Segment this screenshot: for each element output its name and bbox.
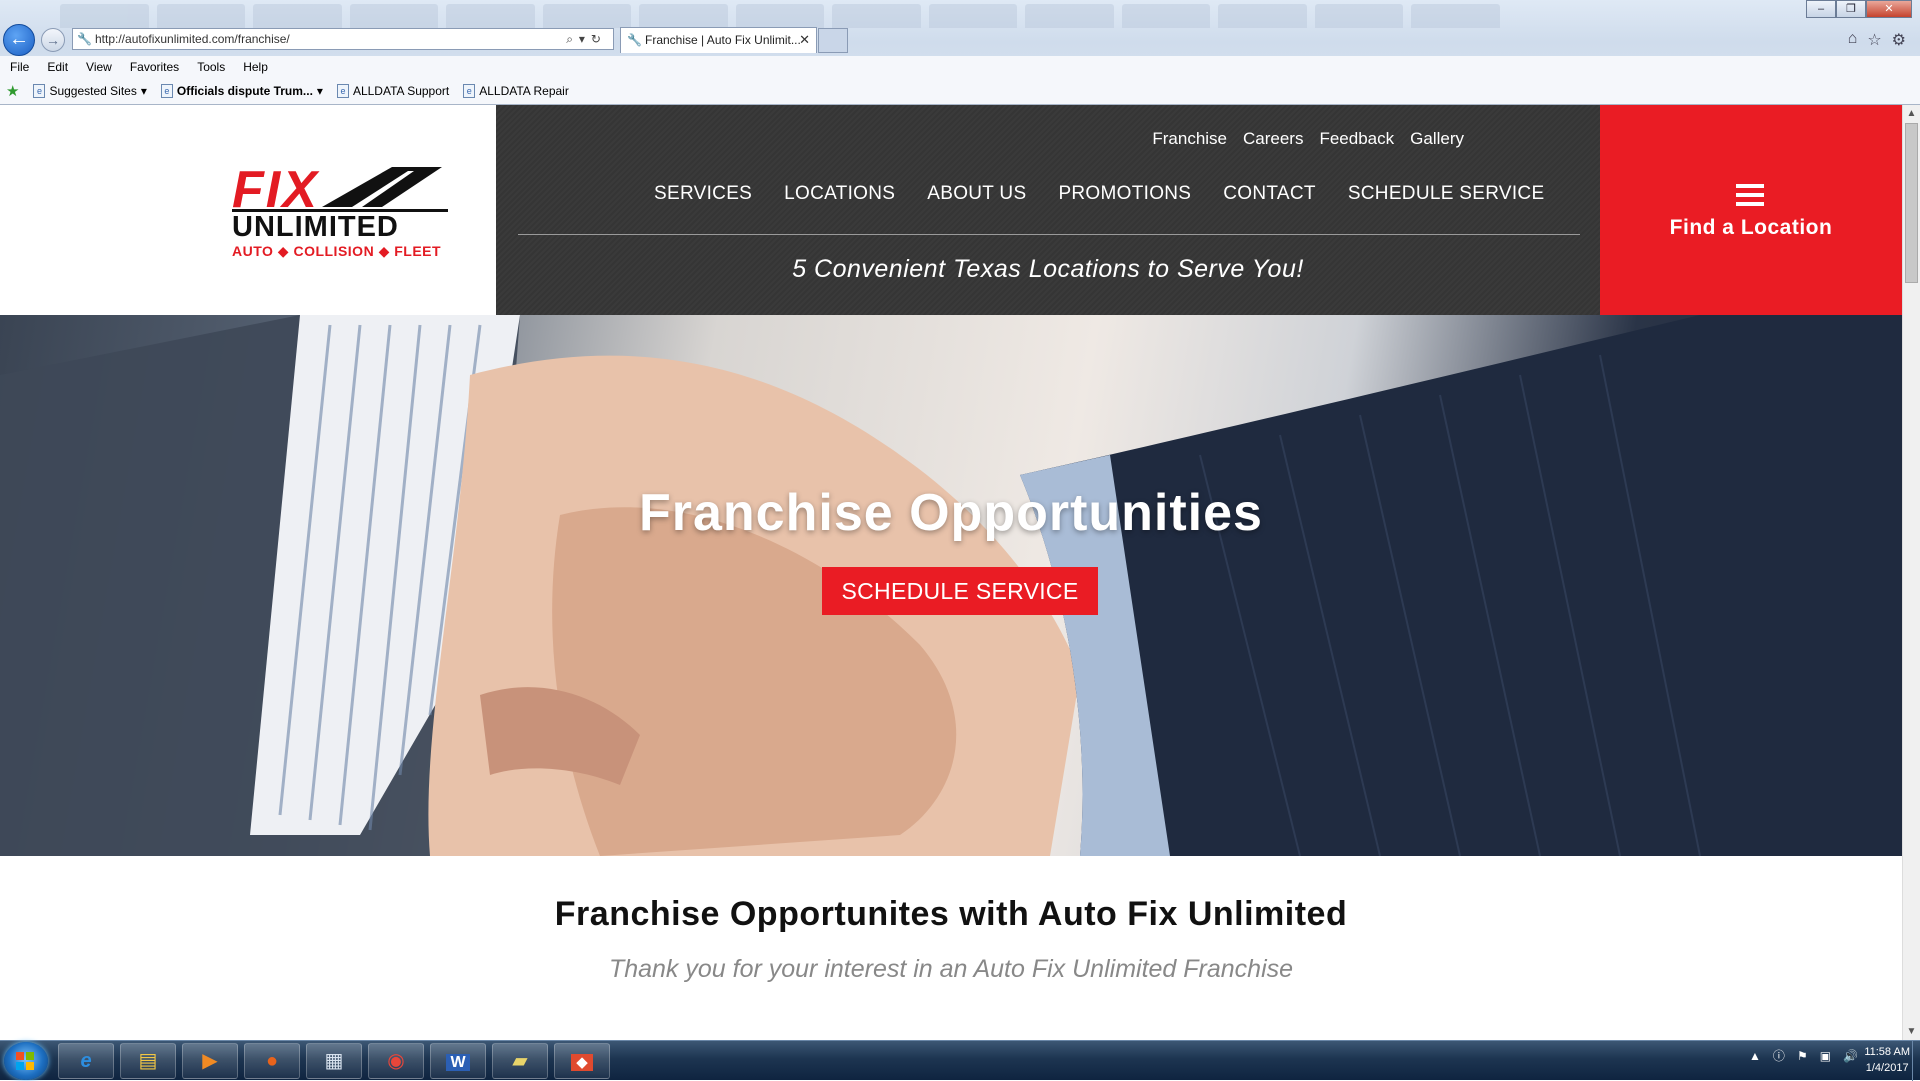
- top-link-feedback[interactable]: Feedback: [1319, 129, 1394, 149]
- menu-file[interactable]: File: [10, 60, 29, 74]
- show-desktop-button[interactable]: [1912, 1041, 1920, 1081]
- tab-close-icon[interactable]: ✕: [799, 28, 810, 52]
- windows-logo-icon: [16, 1052, 34, 1070]
- find-location-button[interactable]: Find a Location: [1600, 105, 1902, 315]
- search-refresh-icons[interactable]: ⌕▾↻: [566, 29, 607, 49]
- taskbar-chrome-icon[interactable]: ◉: [368, 1043, 424, 1079]
- home-icon[interactable]: ⌂: [1848, 30, 1858, 50]
- hero-schedule-service-button[interactable]: SCHEDULE SERVICE: [822, 567, 1098, 615]
- hamburger-icon: [1736, 184, 1764, 206]
- tagline: 5 Convenient Texas Locations to Serve Yo…: [792, 255, 1304, 283]
- intro-subtitle: Thank you for your interest in an Auto F…: [608, 955, 1294, 983]
- menu-help[interactable]: Help: [243, 60, 268, 74]
- page-icon: e: [33, 84, 46, 98]
- tray-info-icon[interactable]: ⓘ: [1773, 1047, 1785, 1064]
- menu-view[interactable]: View: [86, 60, 112, 74]
- nav-divider: [518, 234, 1580, 235]
- logo-unlimited-text: UNLIMITED: [232, 211, 399, 243]
- favorites-star-icon[interactable]: ☆: [1867, 30, 1881, 50]
- windows-taskbar: e ▤ ▶ ● ▦ ◉ W ▰ ◆ ▲ ⓘ ⚑ ▣ 🔊 11:58 AM 1/4…: [0, 1040, 1920, 1081]
- page-icon: e: [160, 84, 173, 98]
- favorite-officials-dispute[interactable]: e Officials dispute Trum... ▾: [160, 84, 323, 98]
- volume-icon[interactable]: 🔊: [1843, 1049, 1858, 1063]
- hero-title: Franchise Opportunities: [639, 484, 1263, 542]
- tab-page-icon: 🔧: [627, 33, 642, 47]
- scroll-down-icon[interactable]: ▼: [1903, 1023, 1920, 1040]
- gear-icon[interactable]: ⚙: [1892, 30, 1906, 50]
- chevron-down-icon: ▾: [140, 84, 147, 98]
- menu-edit[interactable]: Edit: [47, 60, 68, 74]
- clock-date: 1/4/2017: [1865, 1062, 1909, 1074]
- tab-title: Franchise | Auto Fix Unlimit...: [645, 33, 801, 47]
- nav-contact[interactable]: CONTACT: [1223, 183, 1316, 205]
- system-tray: ▲ ⓘ ⚑ ▣ 🔊: [1749, 1047, 1858, 1064]
- taskbar-file-explorer-icon[interactable]: ▤: [120, 1043, 176, 1079]
- background-tab-strip: [60, 4, 1500, 28]
- address-url: http://autofixunlimited.com/franchise/: [95, 32, 290, 46]
- taskbar-calculator-icon[interactable]: ▦: [306, 1043, 362, 1079]
- site-logo[interactable]: FIX UNLIMITED AUTO ◆ COLLISION ◆ FLEET: [232, 161, 448, 260]
- taskbar-git-icon[interactable]: ◆: [554, 1043, 610, 1079]
- top-links: Franchise Careers Feedback Gallery: [1152, 129, 1464, 149]
- top-link-careers[interactable]: Careers: [1243, 129, 1303, 149]
- favorite-alldata-repair[interactable]: e ALLDATA Repair: [463, 84, 569, 98]
- menu-bar: File Edit View Favorites Tools Help: [0, 56, 1920, 78]
- toolbar-icons: ⌂ ☆ ⚙: [1848, 30, 1906, 50]
- clock-time: 11:58 AM: [1864, 1046, 1910, 1058]
- web-page: FIX UNLIMITED AUTO ◆ COLLISION ◆ FLEET F…: [0, 105, 1920, 1040]
- taskbar-firefox-icon[interactable]: ●: [244, 1043, 300, 1079]
- chevron-down-icon: ▾: [316, 84, 323, 98]
- add-favorite-star-icon[interactable]: ★: [6, 82, 19, 100]
- nav-promotions[interactable]: PROMOTIONS: [1058, 183, 1191, 205]
- favorite-alldata-support[interactable]: e ALLDATA Support: [336, 84, 449, 98]
- close-button[interactable]: ✕: [1866, 0, 1912, 18]
- browser-chrome: – ❐ ✕ ← → 🔧 http://autofixunlimited.com/…: [0, 0, 1920, 105]
- hero-banner: Franchise Opportunities SCHEDULE SERVICE: [0, 315, 1902, 856]
- tray-expand-icon[interactable]: ▲: [1749, 1049, 1761, 1063]
- scroll-up-icon[interactable]: ▲: [1903, 105, 1920, 122]
- favorite-suggested-sites[interactable]: e Suggested Sites ▾: [33, 84, 147, 98]
- page-icon: e: [463, 84, 476, 98]
- nav-about-us[interactable]: ABOUT US: [927, 183, 1026, 205]
- page-icon: e: [336, 84, 349, 98]
- minimize-button[interactable]: –: [1806, 0, 1836, 18]
- header-nav: Franchise Careers Feedback Gallery SERVI…: [496, 105, 1600, 315]
- page-icon: 🔧: [77, 32, 92, 46]
- taskbar-folder-share-icon[interactable]: ▰: [492, 1043, 548, 1079]
- start-button[interactable]: [4, 1042, 48, 1080]
- forward-button[interactable]: →: [41, 28, 65, 52]
- taskbar-internet-explorer-icon[interactable]: e: [58, 1043, 114, 1079]
- tab-franchise[interactable]: 🔧 Franchise | Auto Fix Unlimit... ✕: [620, 27, 817, 53]
- address-bar[interactable]: 🔧 http://autofixunlimited.com/franchise/…: [72, 28, 614, 50]
- nav-services[interactable]: SERVICES: [654, 183, 752, 205]
- window-controls: – ❐ ✕: [1806, 0, 1912, 18]
- action-center-flag-icon[interactable]: ⚑: [1797, 1049, 1808, 1063]
- menu-tools[interactable]: Tools: [197, 60, 225, 74]
- menu-favorites[interactable]: Favorites: [130, 60, 179, 74]
- scroll-thumb[interactable]: [1905, 123, 1918, 283]
- intro-title: Franchise Opportunites with Auto Fix Unl…: [554, 895, 1348, 933]
- top-link-gallery[interactable]: Gallery: [1410, 129, 1464, 149]
- logo-fix-text: FIX: [232, 161, 319, 219]
- new-tab-button[interactable]: [818, 28, 848, 53]
- taskbar-clock[interactable]: 11:58 AM 1/4/2017: [1864, 1044, 1910, 1076]
- taskbar-media-player-icon[interactable]: ▶: [182, 1043, 238, 1079]
- page-scrollbar[interactable]: ▲ ▼: [1902, 105, 1920, 1040]
- nav-schedule-service[interactable]: SCHEDULE SERVICE: [1348, 183, 1545, 205]
- nav-locations[interactable]: LOCATIONS: [784, 183, 895, 205]
- logo-area: FIX UNLIMITED AUTO ◆ COLLISION ◆ FLEET: [0, 105, 496, 315]
- logo-subtitle: AUTO ◆ COLLISION ◆ FLEET: [232, 243, 442, 259]
- top-link-franchise[interactable]: Franchise: [1152, 129, 1227, 149]
- find-location-label: Find a Location: [1669, 216, 1833, 239]
- favorites-bar: ★ e Suggested Sites ▾ e Officials disput…: [0, 78, 1920, 105]
- taskbar-word-icon[interactable]: W: [430, 1043, 486, 1079]
- logo-road-graphic: [322, 167, 442, 207]
- back-button[interactable]: ←: [3, 24, 35, 56]
- restore-button[interactable]: ❐: [1836, 0, 1866, 18]
- main-nav: SERVICES LOCATIONS ABOUT US PROMOTIONS C…: [654, 183, 1544, 205]
- network-icon[interactable]: ▣: [1820, 1049, 1831, 1063]
